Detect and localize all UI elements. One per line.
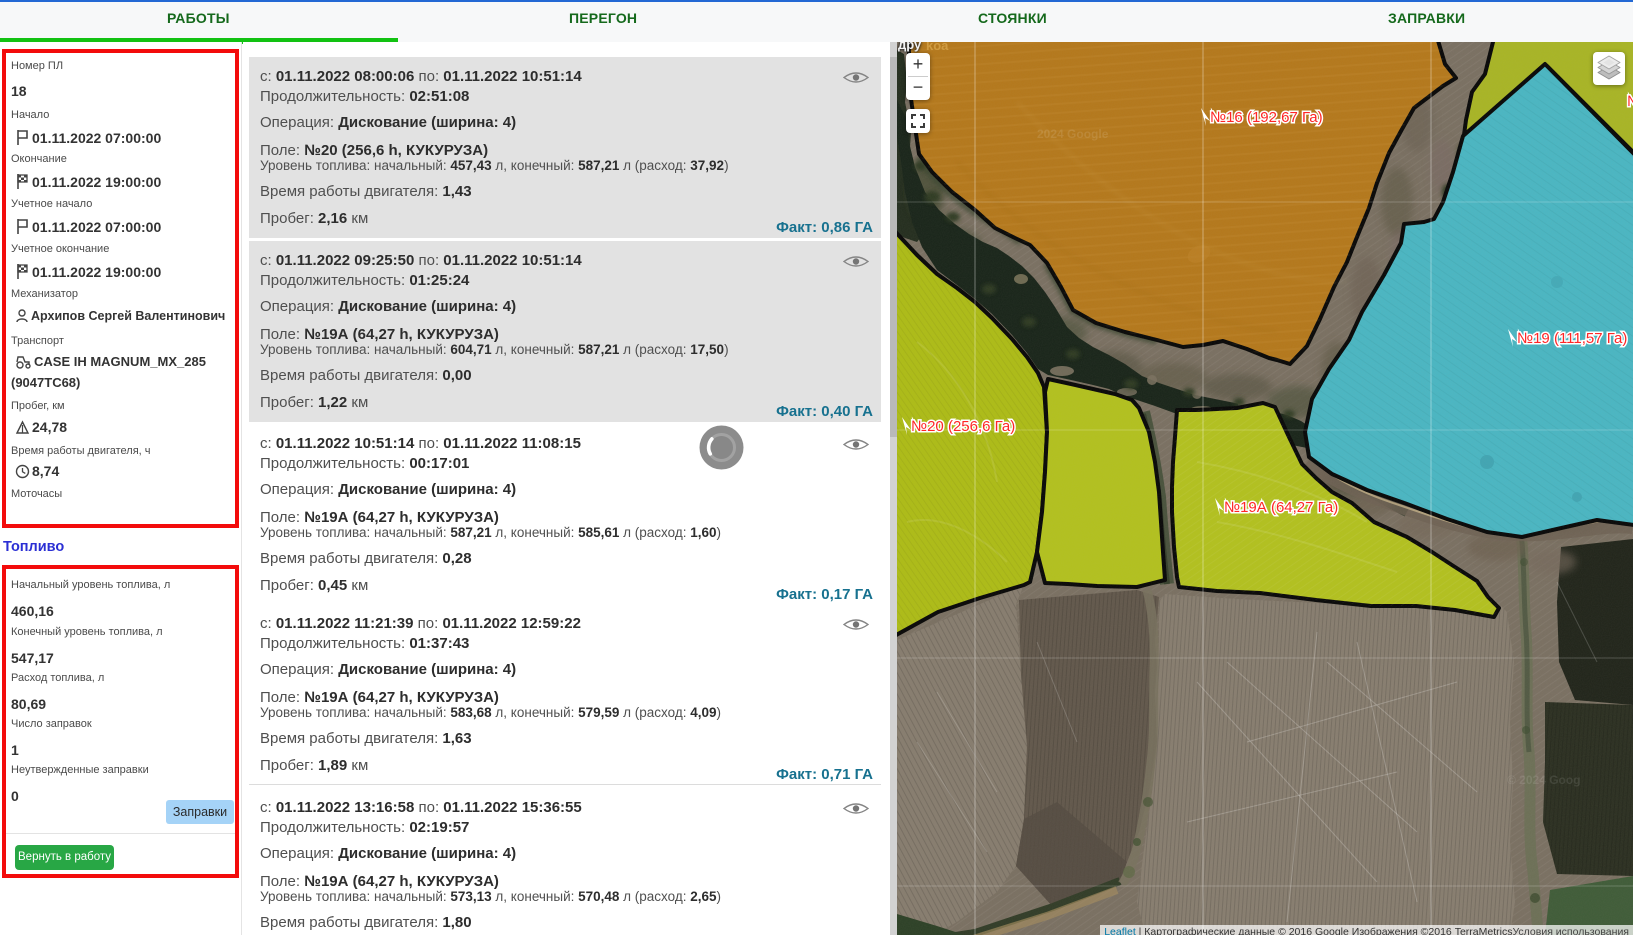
- svg-text:№16 (192,67 Га): №16 (192,67 Га): [1210, 109, 1323, 126]
- svg-text:© 2024 Goog: © 2024 Goog: [1507, 773, 1581, 787]
- svg-text:№19А (64,27 Га): №19А (64,27 Га): [1224, 499, 1338, 516]
- svg-text:№20 (256,6 Га): №20 (256,6 Га): [911, 418, 1015, 435]
- svg-text:№19 (111,57 Га): №19 (111,57 Га): [1517, 330, 1627, 347]
- svg-text:№: №: [1627, 93, 1633, 110]
- svg-text:2024 Google: 2024 Google: [1037, 127, 1109, 141]
